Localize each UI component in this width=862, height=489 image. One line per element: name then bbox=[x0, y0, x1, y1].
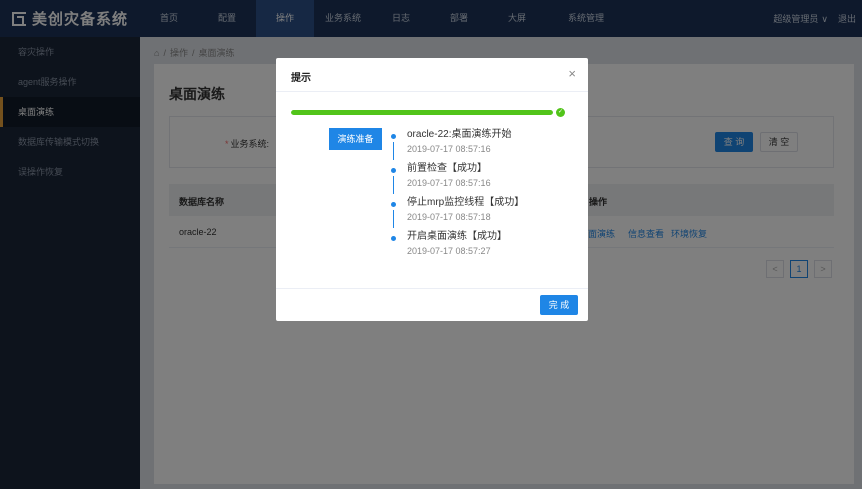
step-text: 前置检查【成功】 bbox=[407, 163, 487, 174]
timeline-item: 开启桌面演练【成功】 2019-07-17 08:57:27 bbox=[391, 230, 581, 264]
step-time: 2019-07-17 08:57:16 bbox=[407, 144, 491, 154]
step-time: 2019-07-17 08:57:27 bbox=[407, 246, 491, 256]
check-icon: ✓ bbox=[556, 108, 565, 117]
progress-bar bbox=[291, 110, 553, 115]
step-timeline: oracle-22:桌面演练开始 2019-07-17 08:57:16 前置检… bbox=[391, 128, 581, 264]
dialog-footer-divider bbox=[276, 288, 588, 289]
done-button[interactable]: 完 成 bbox=[540, 295, 578, 315]
timeline-dot bbox=[391, 236, 396, 241]
progress-bar-fill bbox=[291, 110, 553, 115]
step-text: 开启桌面演练【成功】 bbox=[407, 231, 507, 242]
step-text: 停止mrp监控线程【成功】 bbox=[407, 197, 525, 208]
step-text: oracle-22:桌面演练开始 bbox=[407, 129, 512, 140]
timeline-item: 前置检查【成功】 2019-07-17 08:57:16 bbox=[391, 162, 581, 196]
timeline-line bbox=[393, 210, 394, 228]
step-time: 2019-07-17 08:57:16 bbox=[407, 178, 491, 188]
timeline-line bbox=[393, 142, 394, 160]
timeline-item: 停止mrp监控线程【成功】 2019-07-17 08:57:18 bbox=[391, 196, 581, 230]
stage-tag: 演练准备 bbox=[329, 128, 382, 150]
step-time: 2019-07-17 08:57:18 bbox=[407, 212, 491, 222]
timeline-dot bbox=[391, 134, 396, 139]
timeline-item: oracle-22:桌面演练开始 2019-07-17 08:57:16 bbox=[391, 128, 581, 162]
dialog-title: 提示 bbox=[291, 73, 311, 84]
timeline-dot bbox=[391, 168, 396, 173]
timeline-dot bbox=[391, 202, 396, 207]
progress-dialog: 提示 × ✓ 演练准备 oracle-22:桌面演练开始 2019-07-17 … bbox=[276, 58, 588, 321]
timeline-line bbox=[393, 176, 394, 194]
close-icon[interactable]: × bbox=[568, 67, 576, 81]
dialog-divider bbox=[276, 91, 588, 92]
